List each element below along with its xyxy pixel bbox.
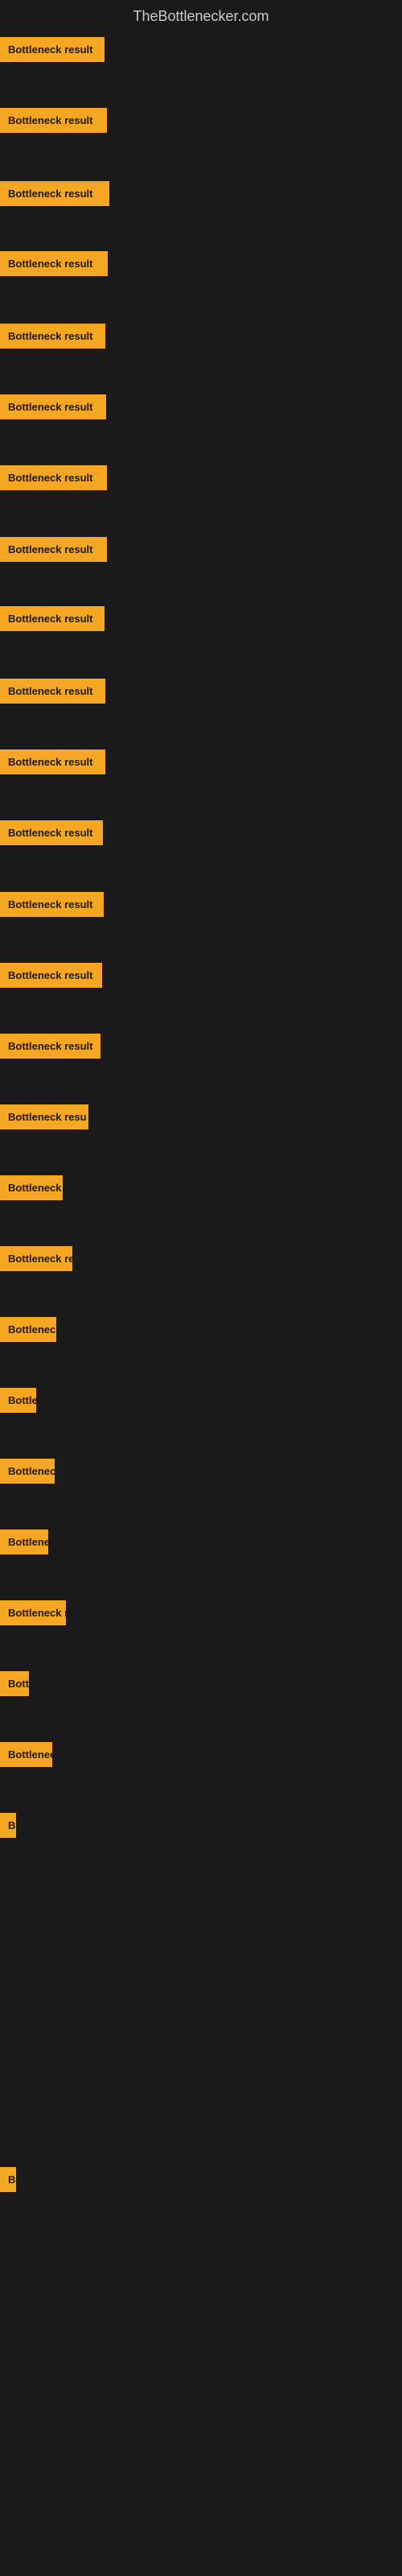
bottleneck-label-3: Bottleneck result (0, 251, 108, 276)
bottleneck-label-2: Bottleneck result (0, 181, 109, 206)
bottleneck-label-0: Bottleneck result (0, 37, 105, 62)
bottleneck-bar-11: Bottleneck result (0, 820, 103, 845)
bottleneck-bar-15: Bottleneck resu (0, 1104, 88, 1129)
bottleneck-label-16: Bottleneck (0, 1175, 63, 1200)
bottleneck-label-1: Bottleneck result (0, 108, 107, 133)
bottleneck-bar-23: Bott (0, 1671, 29, 1696)
bottleneck-bar-4: Bottleneck result (0, 324, 105, 349)
bottleneck-label-22: Bottleneck r (0, 1600, 66, 1625)
bottleneck-label-14: Bottleneck result (0, 1034, 100, 1059)
bottleneck-bar-16: Bottleneck (0, 1175, 63, 1200)
bottleneck-bar-1: Bottleneck result (0, 108, 107, 133)
bottleneck-label-30: B (0, 2167, 16, 2192)
bottleneck-bar-12: Bottleneck result (0, 892, 104, 917)
bottleneck-bar-8: Bottleneck result (0, 606, 105, 631)
bottleneck-bar-14: Bottleneck result (0, 1034, 100, 1059)
bottleneck-label-11: Bottleneck result (0, 820, 103, 845)
bars-container: Bottleneck result Bottleneck result Bottle… (0, 37, 402, 2573)
bottleneck-label-25: B (0, 1813, 16, 1838)
bottleneck-bar-5: Bottleneck result (0, 394, 106, 419)
bottleneck-label-9: Bottleneck result (0, 679, 105, 704)
bottleneck-bar-19: Bottle (0, 1388, 36, 1413)
bottleneck-bar-21: Bottlene (0, 1530, 48, 1554)
bottleneck-label-18: Bottlenec (0, 1317, 56, 1342)
bottleneck-bar-13: Bottleneck result (0, 963, 102, 988)
bottleneck-label-6: Bottleneck result (0, 465, 107, 490)
bottleneck-label-17: Bottleneck re (0, 1246, 72, 1271)
bottleneck-bar-3: Bottleneck result (0, 251, 108, 276)
site-title: TheBottlenecker.com (0, 0, 402, 37)
bottleneck-label-24: Bottlenee (0, 1742, 52, 1767)
bottleneck-bar-24: Bottlenee (0, 1742, 52, 1767)
bottleneck-label-4: Bottleneck result (0, 324, 105, 349)
bottleneck-bar-10: Bottleneck result (0, 749, 105, 774)
bottleneck-label-15: Bottleneck resu (0, 1104, 88, 1129)
bottleneck-bar-22: Bottleneck r (0, 1600, 66, 1625)
bottleneck-label-20: Bottlenec (0, 1459, 55, 1484)
bottleneck-label-19: Bottle (0, 1388, 36, 1413)
bottleneck-label-8: Bottleneck result (0, 606, 105, 631)
bottleneck-bar-0: Bottleneck result (0, 37, 105, 62)
bottleneck-label-13: Bottleneck result (0, 963, 102, 988)
bottleneck-bar-17: Bottleneck re (0, 1246, 72, 1271)
bottleneck-label-21: Bottlene (0, 1530, 48, 1554)
bottleneck-label-23: Bott (0, 1671, 29, 1696)
bottleneck-bar-6: Bottleneck result (0, 465, 107, 490)
bottleneck-bar-9: Bottleneck result (0, 679, 105, 704)
bottleneck-bar-2: Bottleneck result (0, 181, 109, 206)
bottleneck-label-7: Bottleneck result (0, 537, 107, 562)
bottleneck-bar-20: Bottlenec (0, 1459, 55, 1484)
bottleneck-bar-25: B (0, 1813, 16, 1838)
bottleneck-bar-30: B (0, 2167, 16, 2192)
bottleneck-label-12: Bottleneck result (0, 892, 104, 917)
bottleneck-bar-18: Bottlenec (0, 1317, 56, 1342)
bottleneck-label-5: Bottleneck result (0, 394, 106, 419)
bottleneck-bar-7: Bottleneck result (0, 537, 107, 562)
bottleneck-label-10: Bottleneck result (0, 749, 105, 774)
